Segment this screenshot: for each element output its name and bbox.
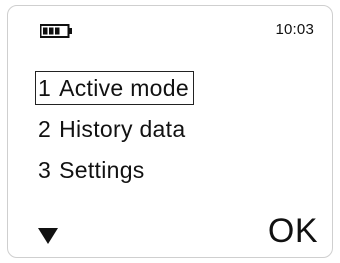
menu-item-history-data[interactable]: 2 History data: [38, 113, 185, 145]
ok-button[interactable]: OK: [268, 211, 318, 251]
device-screen: 10:03 1 Active mode 2 History data 3 Set…: [0, 0, 340, 263]
menu-item-number: 1: [38, 75, 52, 101]
menu-item-number: 2: [38, 116, 52, 142]
down-arrow-icon[interactable]: [38, 228, 58, 244]
menu-item-label: Settings: [59, 157, 145, 183]
menu-item-label: History data: [59, 116, 186, 142]
menu-item-label: Active mode: [59, 75, 189, 101]
menu-item-settings[interactable]: 3 Settings: [38, 154, 145, 186]
menu-item-active-mode[interactable]: 1 Active mode: [35, 71, 194, 105]
menu-item-number: 3: [38, 157, 52, 183]
